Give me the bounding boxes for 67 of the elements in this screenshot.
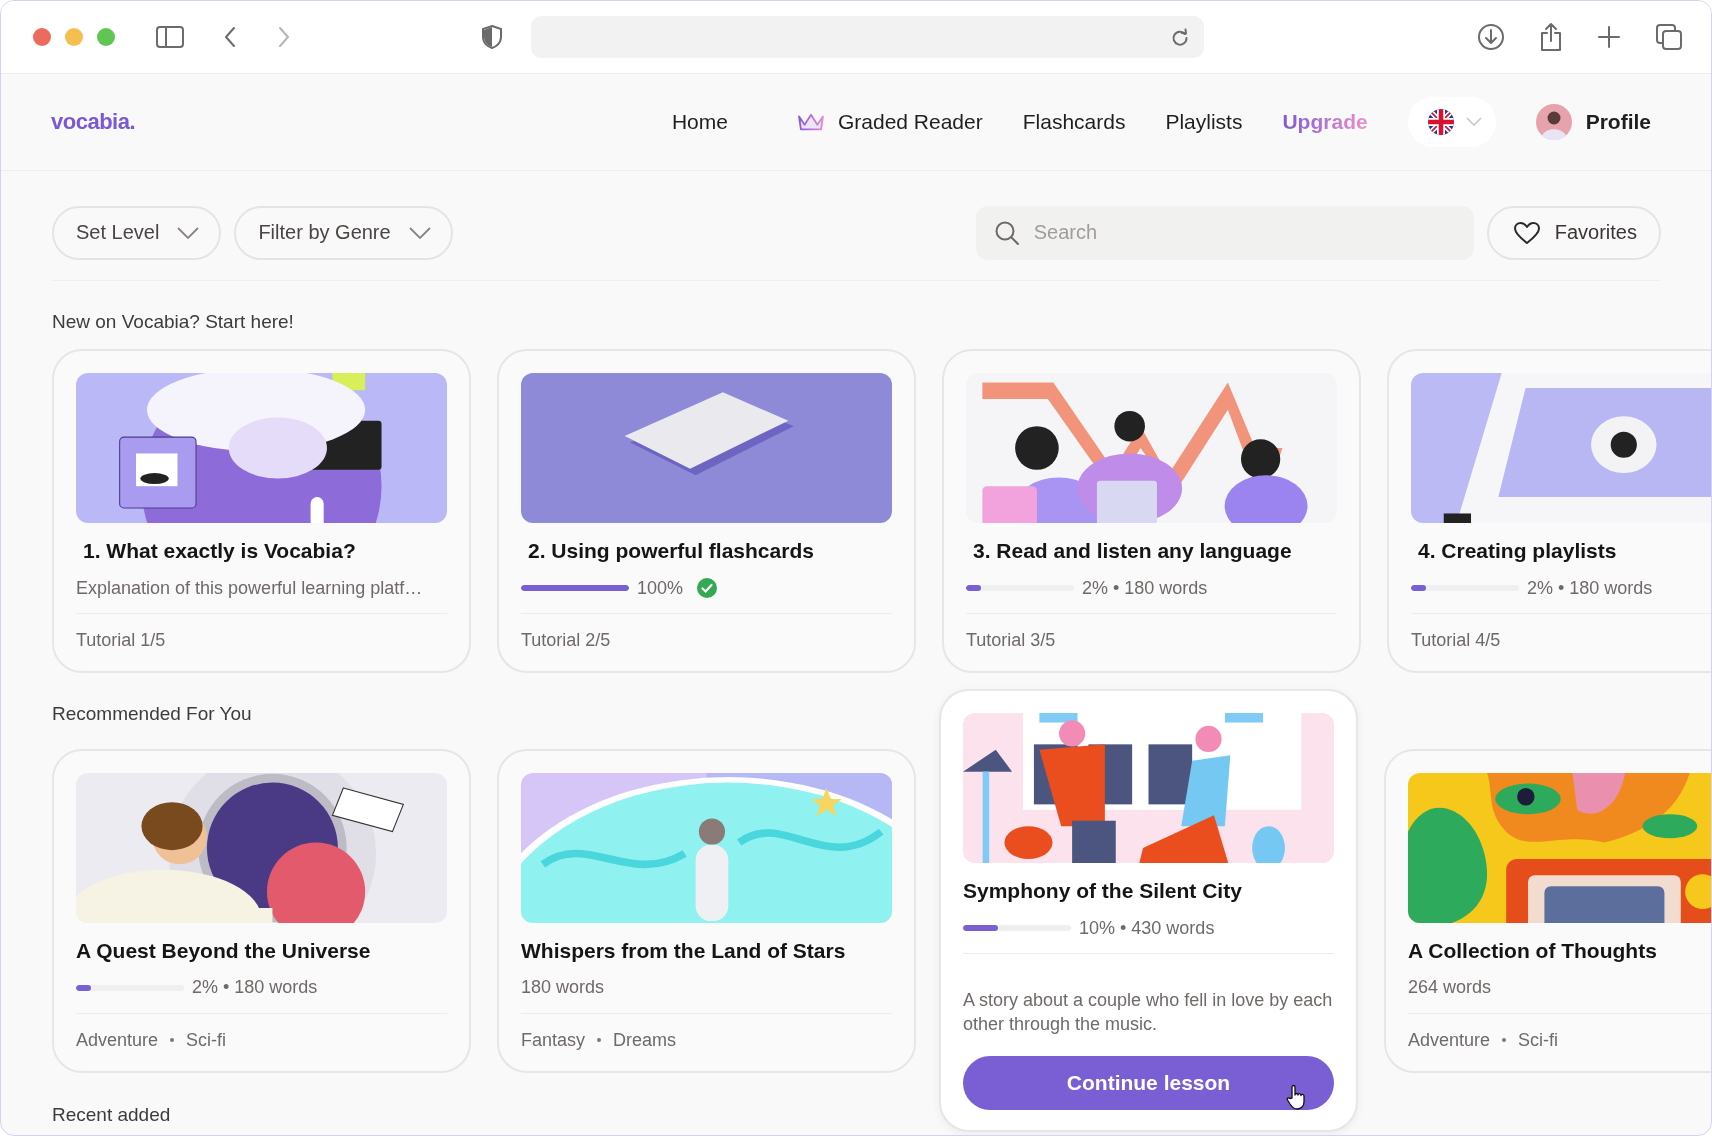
nav-link[interactable]: Flashcards (1022, 110, 1126, 134)
progress-text: 100% (637, 577, 684, 599)
share-icon[interactable] (1539, 22, 1563, 52)
new-tab-icon[interactable] (1597, 25, 1621, 49)
window-control-icon[interactable] (33, 28, 51, 46)
story-card[interactable]: 4. Creating playlists 2% • 180 words Tutorial 4/5 (1387, 349, 1711, 673)
progress-text: 2% • 180 words (192, 977, 318, 998)
section-title: Recent added (52, 1104, 171, 1126)
genre-tag: Dreams (613, 1029, 677, 1051)
filter-dropdown[interactable]: Filter by Genre (234, 205, 453, 260)
story-card[interactable]: A Collection of Thoughts 264 words Adventure Sci-fi (1384, 748, 1711, 1073)
shield-icon[interactable] (481, 24, 503, 50)
download-icon[interactable] (1477, 23, 1505, 51)
tabs-icon[interactable] (1655, 23, 1683, 51)
chevron-down-icon (177, 226, 200, 239)
search-icon (993, 219, 1020, 246)
section-title: New on Vocabia? Start here! (52, 311, 295, 333)
story-card[interactable]: A Quest Beyond the Universe 2% • 180 words Adventure Sci-fi (52, 748, 471, 1073)
story-card[interactable]: 2. Using powerful flashcards 100% Tutorial 2/5 (497, 349, 916, 673)
nav-link[interactable]: Graded Reader (795, 110, 983, 134)
nav-link[interactable]: Playlists (1165, 110, 1243, 134)
story-card[interactable]: 1. What exactly is Vocabia? Explanation of this powerful learning platf… Tutorial 1/5 (52, 349, 471, 673)
back-icon[interactable] (223, 25, 237, 49)
card-title: 1. What exactly is Vocabia? (82, 539, 357, 563)
progress-text: 2% • 180 words (1527, 577, 1653, 599)
story-card[interactable]: 3. Read and listen any language 2% • 180 words Tutorial 3/5 (942, 349, 1361, 673)
logo[interactable]: vocabia. (51, 109, 136, 135)
progress-text: 2% • 180 words (1082, 577, 1208, 599)
profile-link[interactable]: Profile (1535, 104, 1651, 140)
continue-button[interactable]: Continue lesson (963, 1056, 1334, 1110)
tutorial-label: Tutorial 1/5 (76, 630, 167, 651)
card-description: Explanation of this powerful learning platf… (76, 577, 423, 599)
genre-tag: Adventure (76, 1029, 159, 1051)
sidebar-icon[interactable] (155, 25, 185, 49)
avatar-icon (1535, 104, 1572, 140)
nav-link[interactable]: Home (671, 110, 728, 134)
chevron-down-icon (408, 226, 431, 239)
genre-tag: Sci-fi (1518, 1029, 1559, 1051)
genre-tag: Sci-fi (186, 1029, 227, 1051)
genre-tag: Adventure (1408, 1029, 1491, 1051)
card-title: A Quest Beyond the Universe (76, 938, 372, 963)
card-title: 3. Read and listen any language (972, 539, 1293, 563)
section-title: Recommended For You (52, 703, 253, 725)
chevron-down-icon (1465, 117, 1482, 127)
heart-icon (1512, 220, 1541, 245)
story-card[interactable]: Symphony of the Silent City 10% • 430 words A story about a couple who fell in love by each other through the music. Continue lesson (939, 689, 1358, 1132)
favorites-button[interactable]: Favorites (1486, 205, 1661, 260)
card-description: A story about a couple who fell in love by each other through the music. (963, 989, 1334, 1036)
tutorial-label: Tutorial 2/5 (521, 630, 612, 651)
word-count: 180 words (521, 977, 605, 998)
search-field[interactable]: Search (975, 205, 1474, 260)
card-title: 2. Using powerful flashcards (527, 539, 815, 563)
story-card[interactable]: Whispers from the Land of Stars 180 words Fantasy Dreams (497, 748, 916, 1073)
card-title: Whispers from the Land of Stars (521, 938, 847, 963)
word-count: 264 words (1408, 977, 1492, 998)
genre-tag: Fantasy (521, 1029, 586, 1051)
reload-icon[interactable] (1170, 27, 1190, 47)
card-title: 4. Creating playlists (1417, 539, 1618, 563)
card-title: Symphony of the Silent City (963, 879, 1243, 903)
tutorial-label: Tutorial 4/5 (1411, 630, 1502, 651)
filter-dropdown[interactable]: Set Level (52, 205, 222, 260)
progress-text: 10% • 430 words (1079, 917, 1215, 939)
tutorial-label: Tutorial 3/5 (966, 630, 1057, 651)
flag-icon (1427, 109, 1454, 135)
crown-icon (795, 111, 826, 133)
hand-cursor-icon (1286, 1084, 1306, 1110)
card-title: A Collection of Thoughts (1408, 938, 1658, 963)
